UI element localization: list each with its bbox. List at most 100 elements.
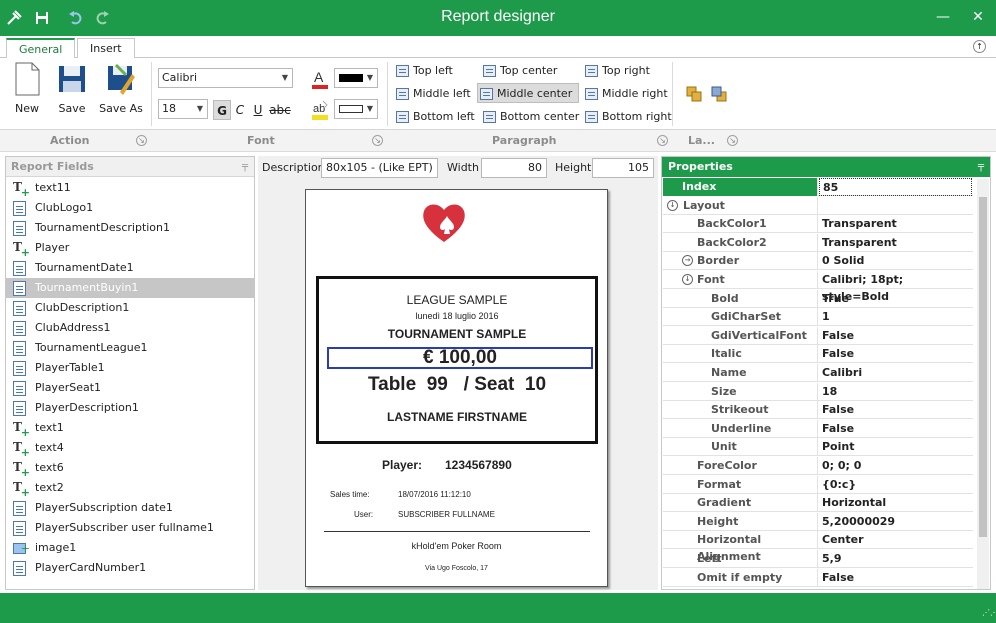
collapse-icon[interactable]: ↓ — [682, 274, 693, 285]
property-row[interactable]: ↓ Layout — [663, 196, 973, 215]
property-row[interactable]: Index 85 — [663, 178, 973, 196]
property-row[interactable]: ForeColor 0; 0; 0 — [663, 457, 973, 475]
tournament-buyin[interactable]: € 100,00 — [327, 347, 593, 369]
height-field[interactable]: 105 — [592, 158, 654, 178]
property-value[interactable]: Calibri; 18pt; style=Bold — [819, 271, 972, 303]
align-top-right-button[interactable]: Top right — [583, 61, 656, 81]
report-field-item[interactable]: PlayerSeat1 — [6, 378, 254, 398]
ticket-canvas[interactable]: LEAGUE SAMPLE lunedì 18 luglio 2016 TOUR… — [305, 189, 608, 587]
player-card-number[interactable]: 1234567890 — [445, 458, 512, 472]
club-description[interactable]: kHold'em Poker Room — [306, 541, 607, 551]
align-top-center-button[interactable]: Top center — [481, 61, 563, 81]
strikeout-button[interactable]: abc — [267, 100, 293, 120]
tournament-league[interactable]: LEAGUE SAMPLE — [319, 293, 595, 307]
property-row[interactable]: Size 18 — [663, 382, 973, 401]
group-expand-icon[interactable]: ↘ — [372, 135, 383, 146]
report-field-item[interactable]: TournamentDate1 — [6, 258, 254, 278]
property-value[interactable]: Transparent — [819, 215, 972, 233]
property-value[interactable]: False — [819, 420, 972, 438]
property-value[interactable]: Center — [819, 531, 972, 549]
player-description[interactable]: LASTNAME FIRSTNAME — [319, 410, 595, 424]
property-value[interactable]: 0; 0; 0 — [819, 457, 972, 475]
property-value[interactable]: 0 Solid — [819, 252, 972, 270]
report-field-item[interactable]: Ttext6 — [6, 458, 254, 479]
underline-button[interactable]: U — [249, 100, 267, 120]
save-button[interactable]: Save — [49, 62, 95, 115]
highlight-color-icon[interactable]: ab — [311, 99, 331, 121]
report-field-item[interactable]: PlayerSubscriber user fullname1 — [6, 518, 254, 538]
property-value[interactable]: Horizontal — [819, 494, 972, 512]
property-row[interactable]: Omit if empty False — [663, 568, 973, 587]
player-label[interactable]: Player: — [382, 458, 422, 472]
group-expand-icon[interactable]: ↘ — [727, 135, 738, 146]
user-label[interactable]: User: — [354, 510, 373, 519]
report-field-item[interactable]: image1 — [6, 538, 254, 559]
tab-general[interactable]: General — [6, 38, 76, 60]
property-row[interactable]: Underline False — [663, 419, 973, 438]
collapse-icon[interactable]: ↓ — [667, 199, 678, 211]
property-row[interactable]: Bold True — [663, 289, 973, 308]
club-address[interactable]: Via Ugo Foscolo, 17 — [306, 565, 607, 572]
report-field-item[interactable]: ClubLogo1 — [6, 198, 254, 218]
report-field-item[interactable]: PlayerDescription1 — [6, 398, 254, 418]
align-middle-right-button[interactable]: Middle right — [583, 84, 674, 104]
property-value[interactable]: 85 — [819, 178, 972, 196]
report-field-item[interactable]: Ttext4 — [6, 438, 254, 459]
property-row[interactable]: Italic False — [663, 345, 973, 364]
report-field-item[interactable]: ClubAddress1 — [6, 318, 254, 338]
property-row[interactable]: GdiCharSet 1 — [663, 308, 973, 327]
property-row[interactable]: ↓ Font Calibri; 18pt; style=Bold — [663, 271, 973, 303]
property-row[interactable]: Left 5,9 — [663, 550, 973, 568]
align-bottom-left-button[interactable]: Bottom left — [394, 107, 481, 127]
save-as-button[interactable]: Save As — [98, 62, 144, 115]
minimize-button[interactable]: — — [930, 6, 956, 28]
property-row[interactable]: GdiVerticalFont False — [663, 326, 973, 345]
property-value[interactable]: False — [819, 345, 972, 363]
property-row[interactable]: Name Calibri — [663, 364, 973, 382]
report-field-item[interactable]: ClubDescription1 — [6, 298, 254, 318]
report-field-item[interactable]: Ttext11 — [6, 178, 254, 199]
property-value[interactable] — [819, 197, 972, 215]
font-color-picker[interactable]: ▼ — [334, 68, 378, 88]
player-table-seat[interactable]: Table 99 / Seat 10 — [319, 374, 595, 396]
subscriber-fullname[interactable]: SUBSCRIBER FULLNAME — [398, 510, 495, 519]
property-row[interactable]: Format {0:c} — [663, 475, 973, 494]
property-value[interactable]: {0:c} — [819, 476, 972, 494]
properties-scrollbar[interactable] — [977, 179, 989, 589]
collapse-ribbon-icon[interactable]: ↑ — [973, 40, 986, 53]
property-value[interactable]: False — [819, 401, 972, 419]
align-bottom-center-button[interactable]: Bottom center — [481, 107, 585, 127]
report-field-item[interactable]: Ttext2 — [6, 478, 254, 499]
bold-button[interactable]: G — [213, 100, 231, 120]
property-value[interactable]: 5,20000029 — [819, 513, 972, 531]
property-value[interactable]: 1 — [819, 308, 972, 326]
sales-time-value[interactable]: 18/07/2016 11:12:10 — [398, 490, 471, 499]
report-field-item[interactable]: TournamentDescription1 — [6, 218, 254, 238]
group-expand-icon[interactable]: ↘ — [657, 135, 668, 146]
align-middle-left-button[interactable]: Middle left — [394, 84, 477, 104]
property-row[interactable]: Gradient Horizontal — [663, 494, 973, 513]
font-size-select[interactable]: 18 ▼ — [158, 99, 208, 119]
report-field-item[interactable]: PlayerTable1 — [6, 358, 254, 378]
property-value[interactable]: Point — [819, 438, 972, 456]
property-row[interactable]: BackColor2 Transparent — [663, 233, 973, 252]
back-color-picker[interactable]: ▼ — [334, 99, 378, 119]
property-row[interactable]: Strikeout False — [663, 401, 973, 420]
report-field-item[interactable]: T Player — [6, 238, 254, 259]
property-row[interactable]: Height 5,20000029 — [663, 512, 973, 531]
property-row[interactable]: → Border 0 Solid — [663, 252, 973, 271]
send-to-back-icon[interactable] — [711, 86, 727, 102]
report-field-item[interactable]: TournamentLeague1 — [6, 338, 254, 358]
expand-icon[interactable]: → — [682, 255, 693, 267]
divider-line[interactable] — [324, 531, 590, 532]
width-field[interactable]: 80 — [481, 158, 547, 178]
property-value[interactable]: False — [819, 327, 972, 345]
tournament-date[interactable]: lunedì 18 luglio 2016 — [319, 311, 595, 321]
report-field-item[interactable]: PlayerCardNumber1 — [6, 558, 254, 578]
tab-insert[interactable]: Insert — [77, 38, 135, 59]
font-name-select[interactable]: Calibri ▼ — [158, 68, 293, 88]
report-field-item[interactable]: Ttext1 — [6, 418, 254, 439]
property-value[interactable]: 5,9 — [819, 550, 972, 568]
report-field-item[interactable]: PlayerSubscription date1 — [6, 498, 254, 518]
property-value[interactable]: True — [819, 290, 972, 308]
